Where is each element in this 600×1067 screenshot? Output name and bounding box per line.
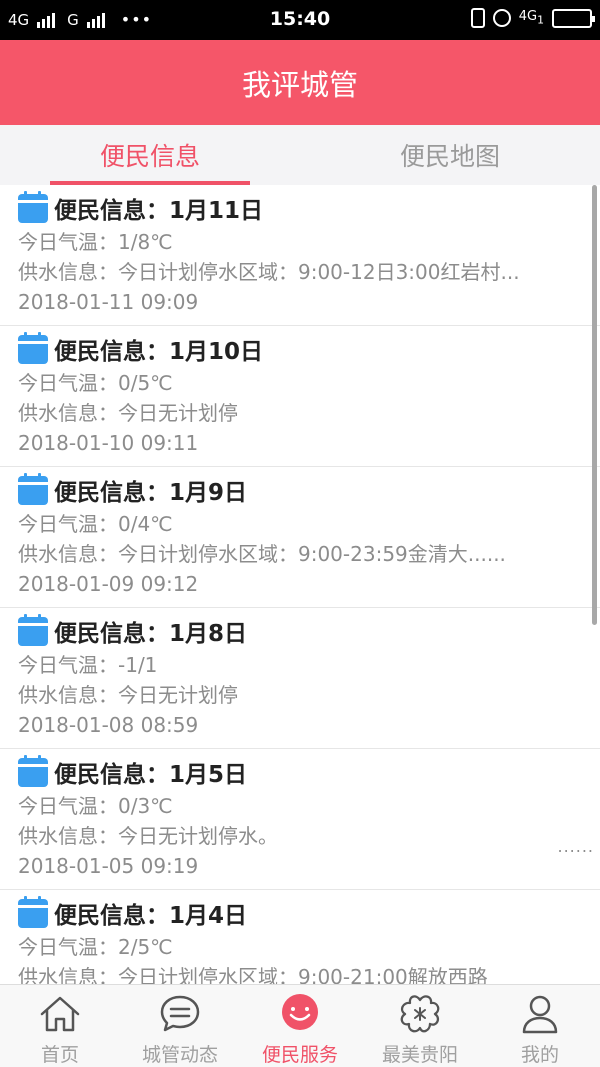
status-bar: 4G G ••• 15:40 4G1 — [0, 0, 600, 40]
calendar-icon — [18, 754, 48, 787]
status-right: 4G1 — [470, 8, 595, 28]
list-item[interactable]: 便民信息：1月9日 今日气温：0/4℃ 供水信息：今日计划停水区域：9:00-2… — [0, 467, 600, 608]
item-temperature: 今日气温：1/8℃ — [18, 230, 173, 254]
vibrate-icon — [470, 8, 485, 28]
item-date: 2018-01-10 09:11 — [18, 431, 199, 455]
item-temperature: 今日气温：0/4℃ — [18, 512, 173, 536]
item-title: 便民信息：1月11日 — [54, 198, 264, 224]
info-list[interactable]: 便民信息：1月11日 今日气温：1/8℃ 供水信息：今日计划停水区域：9:00-… — [0, 185, 600, 984]
nav-convenience-service-label: 便民服务 — [261, 1044, 338, 1066]
chat-bubble-icon — [160, 995, 200, 1032]
calendar-icon — [18, 331, 48, 364]
item-temperature: 今日气温：0/3℃ — [18, 794, 173, 818]
app-header: 我评城管 — [0, 40, 600, 125]
network-sub-label: 1 — [537, 13, 544, 27]
item-title: 便民信息：1月4日 — [54, 903, 248, 929]
item-water-info: 供水信息：今日无计划停水。 — [18, 824, 278, 848]
page-title: 我评城管 — [241, 67, 358, 102]
nav-beautiful-guiyang-label: 最美贵阳 — [381, 1044, 458, 1066]
nav-city-news-label: 城管动态 — [141, 1044, 218, 1066]
tab-convenience-map[interactable]: 便民地图 — [300, 125, 600, 185]
nav-mine[interactable]: 我的 — [480, 985, 600, 1067]
nav-beautiful-guiyang[interactable]: 最美贵阳 — [360, 985, 480, 1067]
item-title-row: 便民信息：1月8日 — [18, 613, 582, 648]
nav-city-news[interactable]: 城管动态 — [120, 985, 240, 1067]
item-title-row: 便民信息：1月4日 — [18, 895, 582, 930]
calendar-icon — [18, 613, 48, 646]
item-title: 便民信息：1月9日 — [54, 480, 248, 506]
smiley-icon — [282, 994, 318, 1030]
item-water-info: 供水信息：今日计划停水区域：9:00-12日3:00红岩村... — [18, 260, 520, 284]
item-water-info: 供水信息：今日无计划停 — [18, 683, 238, 707]
item-title-row: 便民信息：1月10日 — [18, 331, 582, 366]
list-item[interactable]: 便民信息：1月8日 今日气温：-1/1 供水信息：今日无计划停 2018-01-… — [0, 608, 600, 749]
item-date: 2018-01-11 09:09 — [18, 290, 199, 314]
list-item[interactable]: 便民信息：1月5日 今日气温：0/3℃ 供水信息：今日无计划停水。 2018-0… — [0, 749, 600, 890]
item-temperature: 今日气温：0/5℃ — [18, 371, 173, 395]
item-temperature: 今日气温：-1/1 — [18, 653, 158, 677]
list-item[interactable]: 便民信息：1月10日 今日气温：0/5℃ 供水信息：今日无计划停 2018-01… — [0, 326, 600, 467]
calendar-icon — [18, 895, 48, 928]
list-scrollbar[interactable] — [592, 185, 597, 625]
battery-icon — [552, 8, 595, 28]
alarm-icon — [492, 9, 511, 27]
calendar-icon — [18, 472, 48, 505]
item-title-row: 便民信息：1月5日 — [18, 754, 582, 789]
item-date: 2018-01-05 09:19 — [18, 854, 199, 878]
nav-convenience-service[interactable]: 便民服务 — [240, 985, 360, 1067]
flower-icon — [400, 995, 440, 1033]
item-title-row: 便民信息：1月11日 — [18, 190, 582, 225]
item-title: 便民信息：1月8日 — [54, 621, 248, 647]
item-title: 便民信息：1月5日 — [54, 762, 248, 788]
tab-bar: 便民信息 便民地图 — [0, 125, 600, 185]
home-icon — [40, 996, 80, 1032]
item-temperature: 今日气温：2/5℃ — [18, 935, 173, 959]
person-icon — [522, 995, 558, 1034]
list-item[interactable]: 便民信息：1月11日 今日气温：1/8℃ 供水信息：今日计划停水区域：9:00-… — [0, 185, 600, 326]
list-item[interactable]: 便民信息：1月4日 今日气温：2/5℃ 供水信息：今日计划停水区域：9:00-2… — [0, 890, 600, 984]
item-date: 2018-01-09 09:12 — [18, 572, 199, 596]
nav-home-label: 首页 — [40, 1044, 79, 1066]
item-title-row: 便民信息：1月9日 — [18, 472, 582, 507]
bottom-nav: 首页 城管动态 便民服务 最美贵阳 我的 — [0, 984, 600, 1067]
nav-home[interactable]: 首页 — [0, 985, 120, 1067]
item-title: 便民信息：1月10日 — [54, 339, 264, 365]
calendar-icon — [18, 190, 48, 223]
item-water-info: 供水信息：今日计划停水区域：9:00-23:59金清大...... — [18, 542, 506, 566]
item-date: 2018-01-08 08:59 — [18, 713, 199, 737]
item-more-ellipsis: ...... — [557, 837, 594, 856]
nav-mine-label: 我的 — [520, 1044, 559, 1066]
item-water-info: 供水信息：今日无计划停 — [18, 401, 238, 425]
item-water-info: 供水信息：今日计划停水区域：9:00-21:00解放西路 — [18, 965, 488, 984]
tab-convenience-info[interactable]: 便民信息 — [0, 125, 300, 185]
network-label: 4G — [518, 9, 538, 25]
network-type: 4G1 — [519, 9, 544, 27]
